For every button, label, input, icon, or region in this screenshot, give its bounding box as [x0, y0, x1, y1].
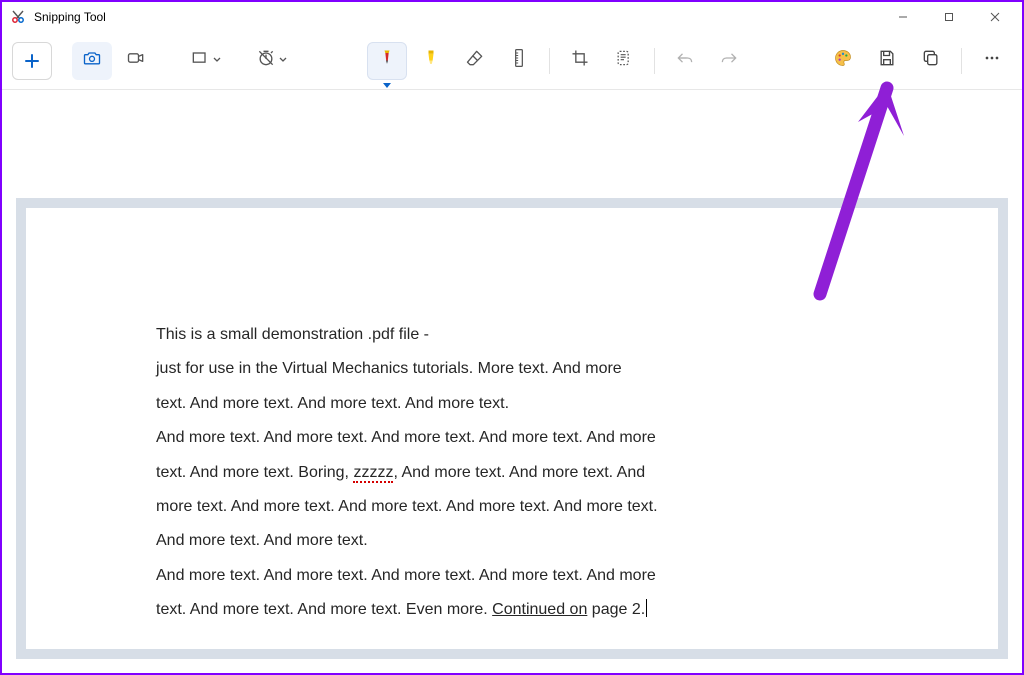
more-icon — [982, 48, 1002, 73]
maximize-button[interactable] — [926, 2, 972, 32]
crop-icon — [570, 48, 590, 73]
separator — [654, 48, 655, 74]
ruler-tool-button[interactable] — [499, 42, 539, 80]
delay-button[interactable] — [252, 42, 292, 80]
rectangle-icon — [190, 48, 210, 73]
close-button[interactable] — [972, 2, 1018, 32]
app-icon — [10, 9, 26, 25]
redo-icon — [719, 48, 739, 73]
crop-button[interactable] — [560, 42, 600, 80]
save-button[interactable] — [867, 42, 907, 80]
spellcheck-squiggle: zzzzz — [353, 464, 393, 483]
text-actions-icon — [614, 48, 634, 73]
separator — [549, 48, 550, 74]
chevron-down-icon — [278, 52, 288, 70]
paint-palette-icon — [833, 48, 853, 73]
highlighter-tool-button[interactable] — [411, 42, 451, 80]
capture-canvas[interactable]: This is a small demonstration .pdf file … — [2, 92, 1022, 673]
eraser-tool-button[interactable] — [455, 42, 495, 80]
highlighter-icon — [421, 48, 441, 73]
pen-tool-button[interactable] — [367, 42, 407, 80]
more-button[interactable] — [972, 42, 1012, 80]
copy-button[interactable] — [911, 42, 951, 80]
document-text: This is a small demonstration .pdf file … — [156, 318, 716, 628]
ruler-icon — [509, 48, 529, 73]
captured-document: This is a small demonstration .pdf file … — [16, 198, 1008, 659]
new-snip-button[interactable] — [12, 42, 52, 80]
snip-shape-button[interactable] — [186, 42, 226, 80]
chevron-down-icon — [212, 52, 222, 70]
separator — [961, 48, 962, 74]
edit-in-paint-button[interactable] — [823, 42, 863, 80]
undo-button[interactable] — [665, 42, 705, 80]
titlebar: Snipping Tool — [2, 2, 1022, 32]
copy-icon — [921, 48, 941, 73]
pen-icon — [377, 48, 397, 73]
undo-icon — [675, 48, 695, 73]
screenshot-mode-button[interactable] — [72, 42, 112, 80]
timer-icon — [256, 48, 276, 73]
minimize-button[interactable] — [880, 2, 926, 32]
continued-link: Continued on — [492, 601, 587, 618]
redo-button[interactable] — [709, 42, 749, 80]
window-title: Snipping Tool — [34, 10, 106, 24]
video-icon — [126, 48, 146, 73]
record-mode-button[interactable] — [116, 42, 156, 80]
toolbar — [2, 32, 1022, 90]
text-cursor — [645, 601, 647, 618]
eraser-icon — [465, 48, 485, 73]
save-icon — [877, 48, 897, 73]
camera-icon — [82, 48, 102, 73]
text-actions-button[interactable] — [604, 42, 644, 80]
